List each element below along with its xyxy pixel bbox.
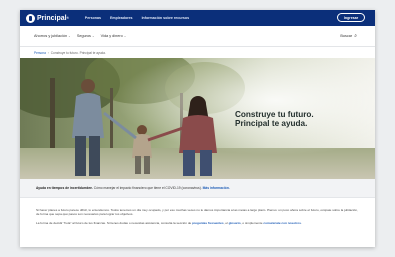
breadcrumb-home-link[interactable]: Persona bbox=[34, 51, 46, 55]
faq-link[interactable]: preguntas frecuentes bbox=[192, 221, 223, 225]
topnav-item-personas[interactable]: Personas bbox=[85, 16, 101, 20]
help-paragraph-tail: . bbox=[301, 220, 302, 225]
covid-notice-bar: Ayuda en tiempos de incertidumbre. Cómo … bbox=[20, 179, 375, 198]
search-icon: ⌕ bbox=[354, 33, 357, 39]
logo-registered-mark: ® bbox=[66, 16, 69, 20]
subnav-item-seguros[interactable]: Seguros ⌄ bbox=[77, 34, 95, 38]
search-button[interactable]: Buscar ⌕ bbox=[340, 33, 357, 39]
subnav-item-vida-dinero[interactable]: Vida y dinero ⌄ bbox=[101, 34, 127, 38]
subnav-item-label: Seguros bbox=[76, 34, 91, 38]
secondary-nav: Ahorros y jubilación ⌄ Seguros ⌄ Vida y … bbox=[20, 26, 375, 47]
subnav-item-ahorros[interactable]: Ahorros y jubilación ⌄ bbox=[34, 34, 71, 38]
logo-icon bbox=[26, 13, 35, 23]
intro-content: Si hacer planes a futuro parece difícil,… bbox=[20, 198, 375, 225]
topnav-item-recursos[interactable]: Información sobre recursos bbox=[142, 16, 190, 20]
chevron-down-icon: ⌄ bbox=[68, 34, 71, 38]
hero-headline: Construye tu futuro. Principal te ayuda. bbox=[235, 110, 355, 128]
login-button[interactable]: Ingresar bbox=[337, 13, 365, 22]
intro-paragraph: Si hacer planes a futuro parece difícil,… bbox=[36, 208, 358, 217]
covid-more-info-link[interactable]: Más información. bbox=[203, 186, 230, 190]
hero-headline-line1: Construye tu futuro. bbox=[235, 110, 314, 119]
breadcrumb-current: Construye tu futuro. Principal te ayuda. bbox=[50, 51, 106, 55]
subnav-item-label: Ahorros y jubilación bbox=[34, 34, 68, 38]
chevron-down-icon: ⌄ bbox=[123, 34, 127, 38]
hero-headline-line2: Principal te ayuda. bbox=[235, 119, 308, 128]
covid-notice-text: Ayuda en tiempos de incertidumbre. Cómo … bbox=[36, 186, 230, 190]
glossary-link[interactable]: glosario bbox=[229, 221, 241, 225]
hero-banner: Construye tu futuro. Principal te ayuda. bbox=[20, 58, 375, 179]
covid-notice-body: Cómo manejar el impacto financiero que t… bbox=[92, 186, 202, 190]
browser-page: Principal ® Personas Empleadores Informac… bbox=[20, 10, 375, 247]
breadcrumb: Persona › Construye tu futuro. Principal… bbox=[20, 47, 375, 58]
chevron-down-icon: ⌄ bbox=[91, 34, 95, 38]
subnav-item-label: Vida y dinero bbox=[100, 34, 123, 38]
covid-notice-lead: Ayuda en tiempos de incertidumbre. bbox=[36, 186, 93, 190]
topnav-item-empleadores[interactable]: Empleadores bbox=[110, 16, 133, 20]
audience-nav: Personas Empleadores Información sobre r… bbox=[85, 16, 189, 20]
help-paragraph-text: La forma de decidir "hola" al futuro de … bbox=[36, 220, 193, 225]
principal-logo[interactable]: Principal ® bbox=[26, 13, 69, 23]
help-paragraph: La forma de decidir "hola" al futuro de … bbox=[36, 221, 359, 225]
help-paragraph-end: , o simplemente bbox=[240, 220, 264, 225]
logo-text: Principal bbox=[37, 14, 67, 22]
search-label: Buscar bbox=[340, 34, 353, 38]
contact-us-link[interactable]: comunícate con nosotros bbox=[263, 221, 301, 225]
breadcrumb-separator: › bbox=[47, 51, 49, 55]
top-navigation-bar: Principal ® Personas Empleadores Informac… bbox=[20, 10, 375, 26]
